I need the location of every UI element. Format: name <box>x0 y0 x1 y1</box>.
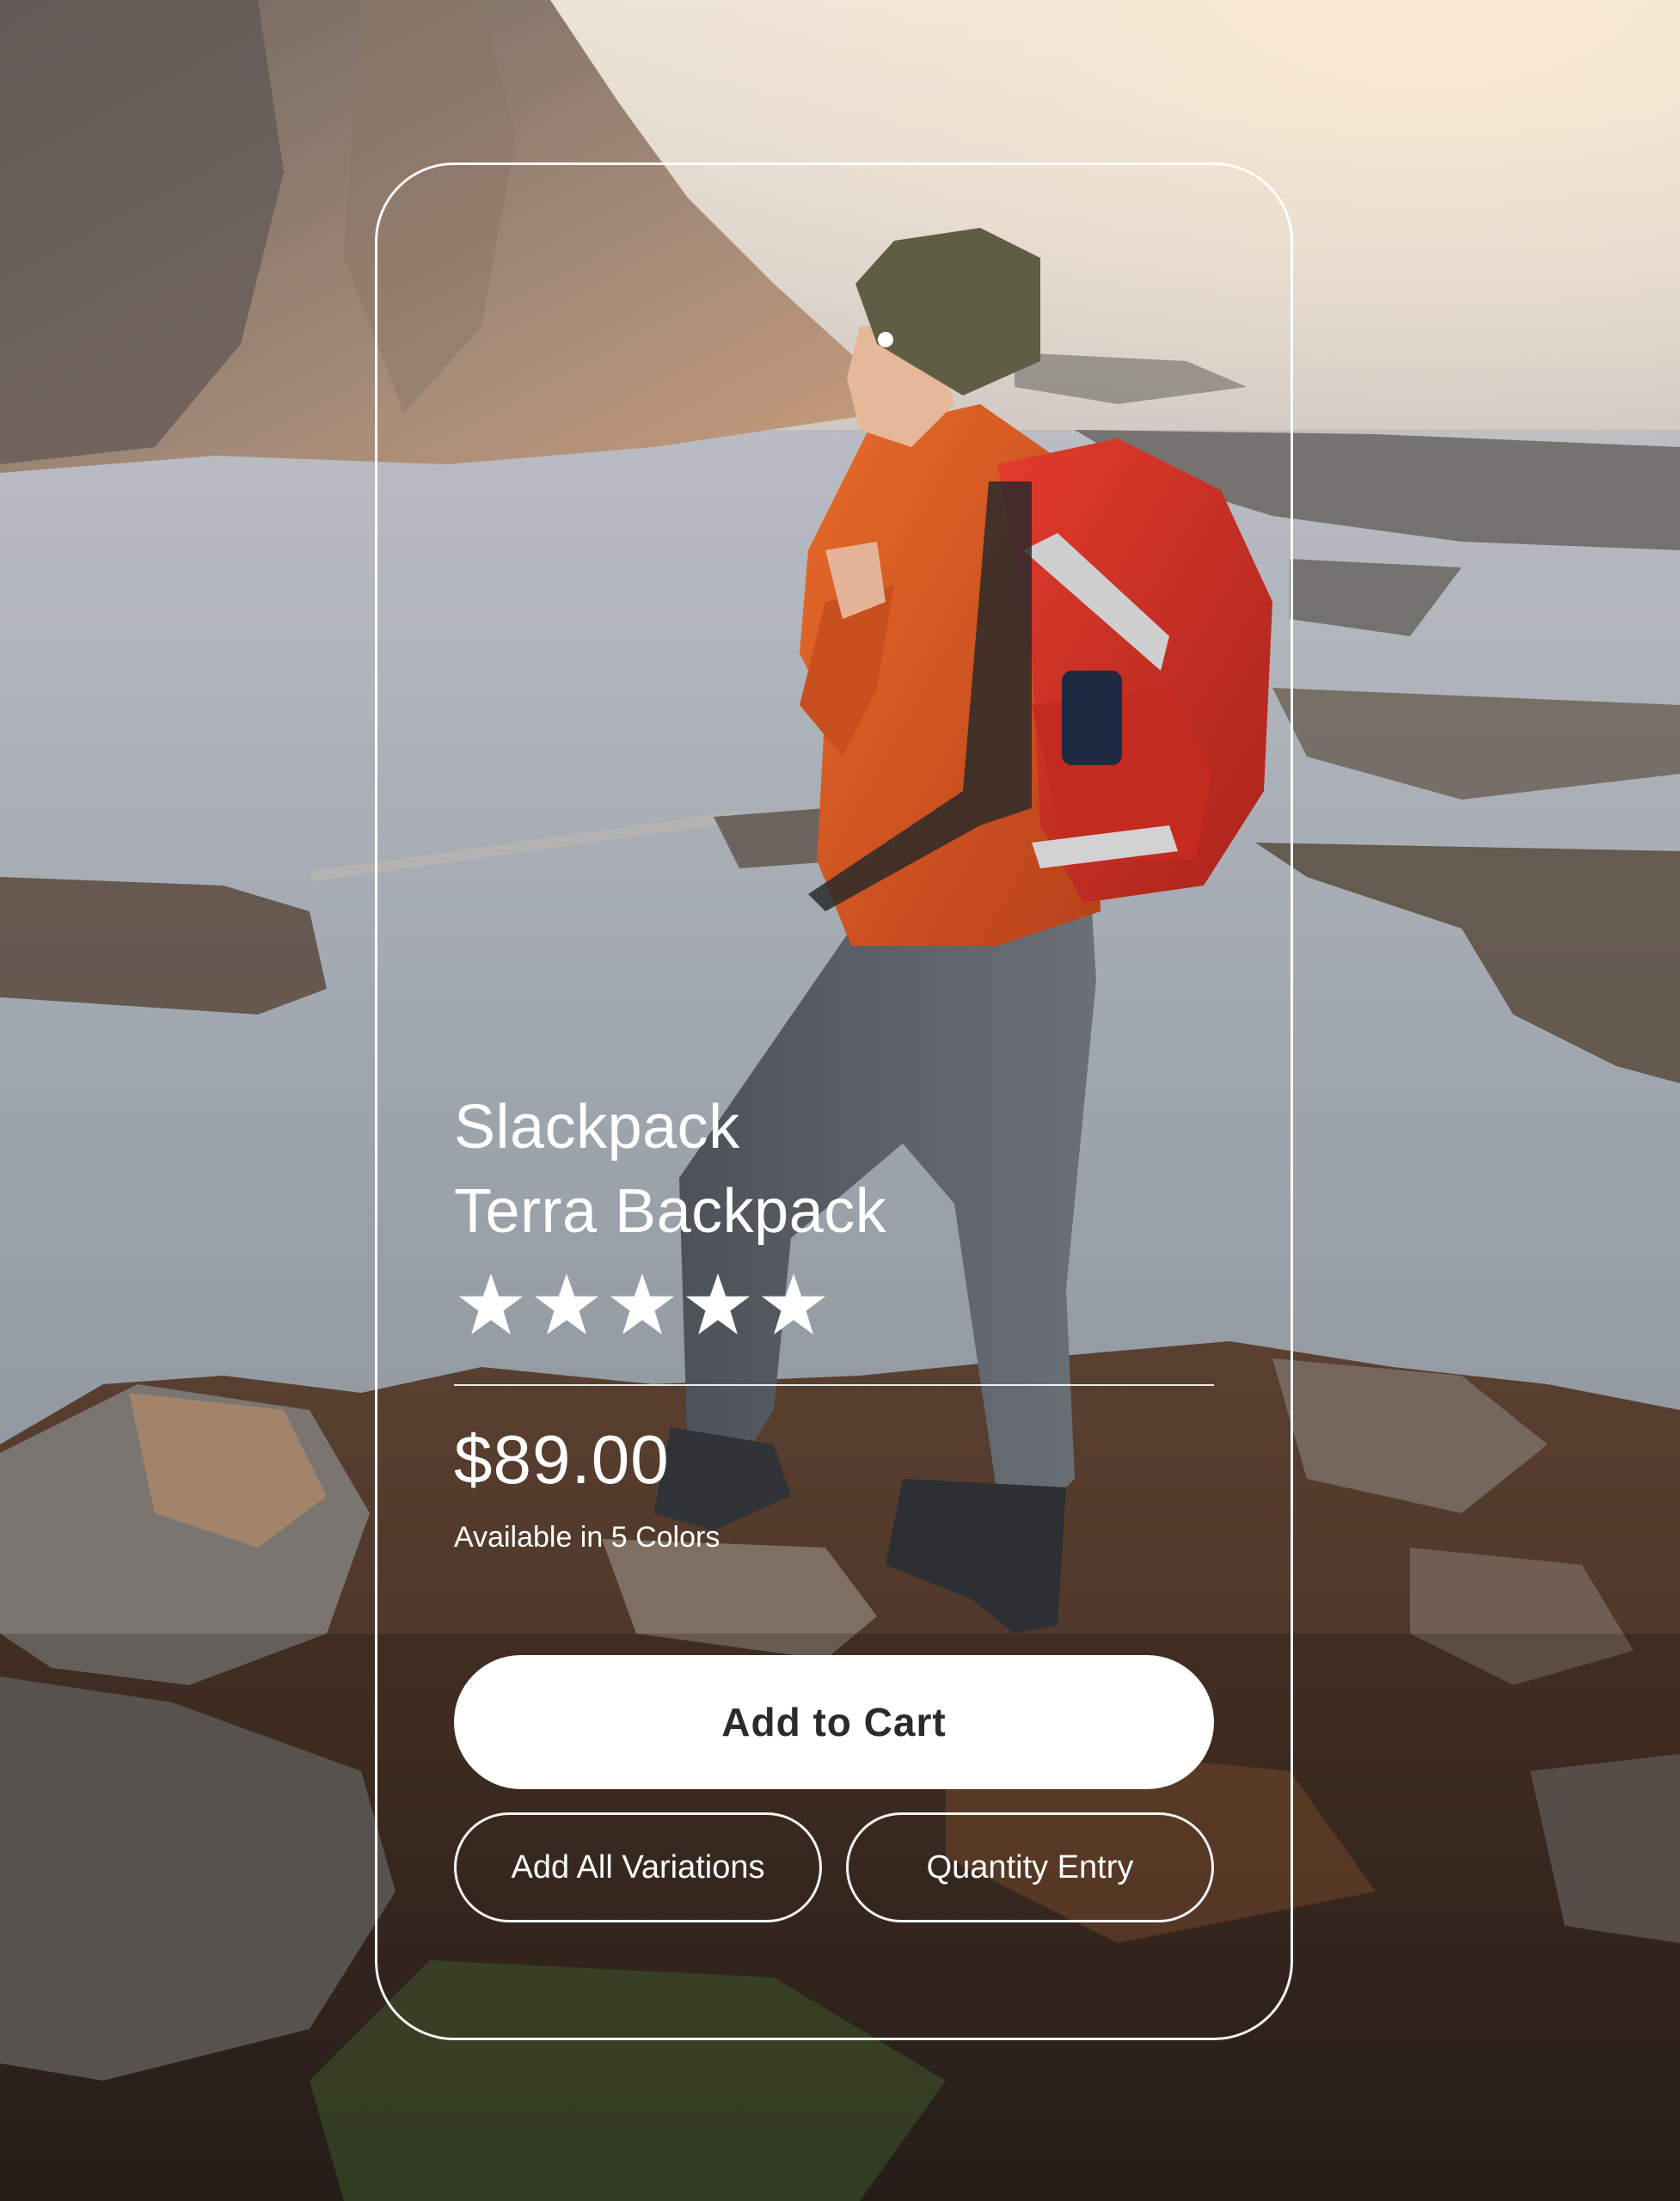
quantity-entry-button[interactable]: Quantity Entry <box>846 1812 1214 1922</box>
add-all-variations-button[interactable]: Add All Variations <box>454 1812 822 1922</box>
star-icon <box>761 1273 826 1335</box>
star-rating <box>457 1271 827 1338</box>
product-brand: Slackpack <box>454 1093 740 1162</box>
product-name: Terra Backpack <box>454 1177 887 1246</box>
color-availability: Available in 5 Colors <box>454 1521 720 1554</box>
star-icon <box>685 1273 751 1335</box>
product-title: Slackpack Terra Backpack <box>454 1085 1056 1254</box>
star-icon <box>610 1273 675 1335</box>
product-price: $89.00 <box>454 1421 670 1498</box>
divider <box>454 1384 1214 1386</box>
star-icon <box>458 1273 524 1335</box>
add-to-cart-button[interactable]: Add to Cart <box>454 1655 1214 1789</box>
star-icon <box>534 1273 599 1335</box>
